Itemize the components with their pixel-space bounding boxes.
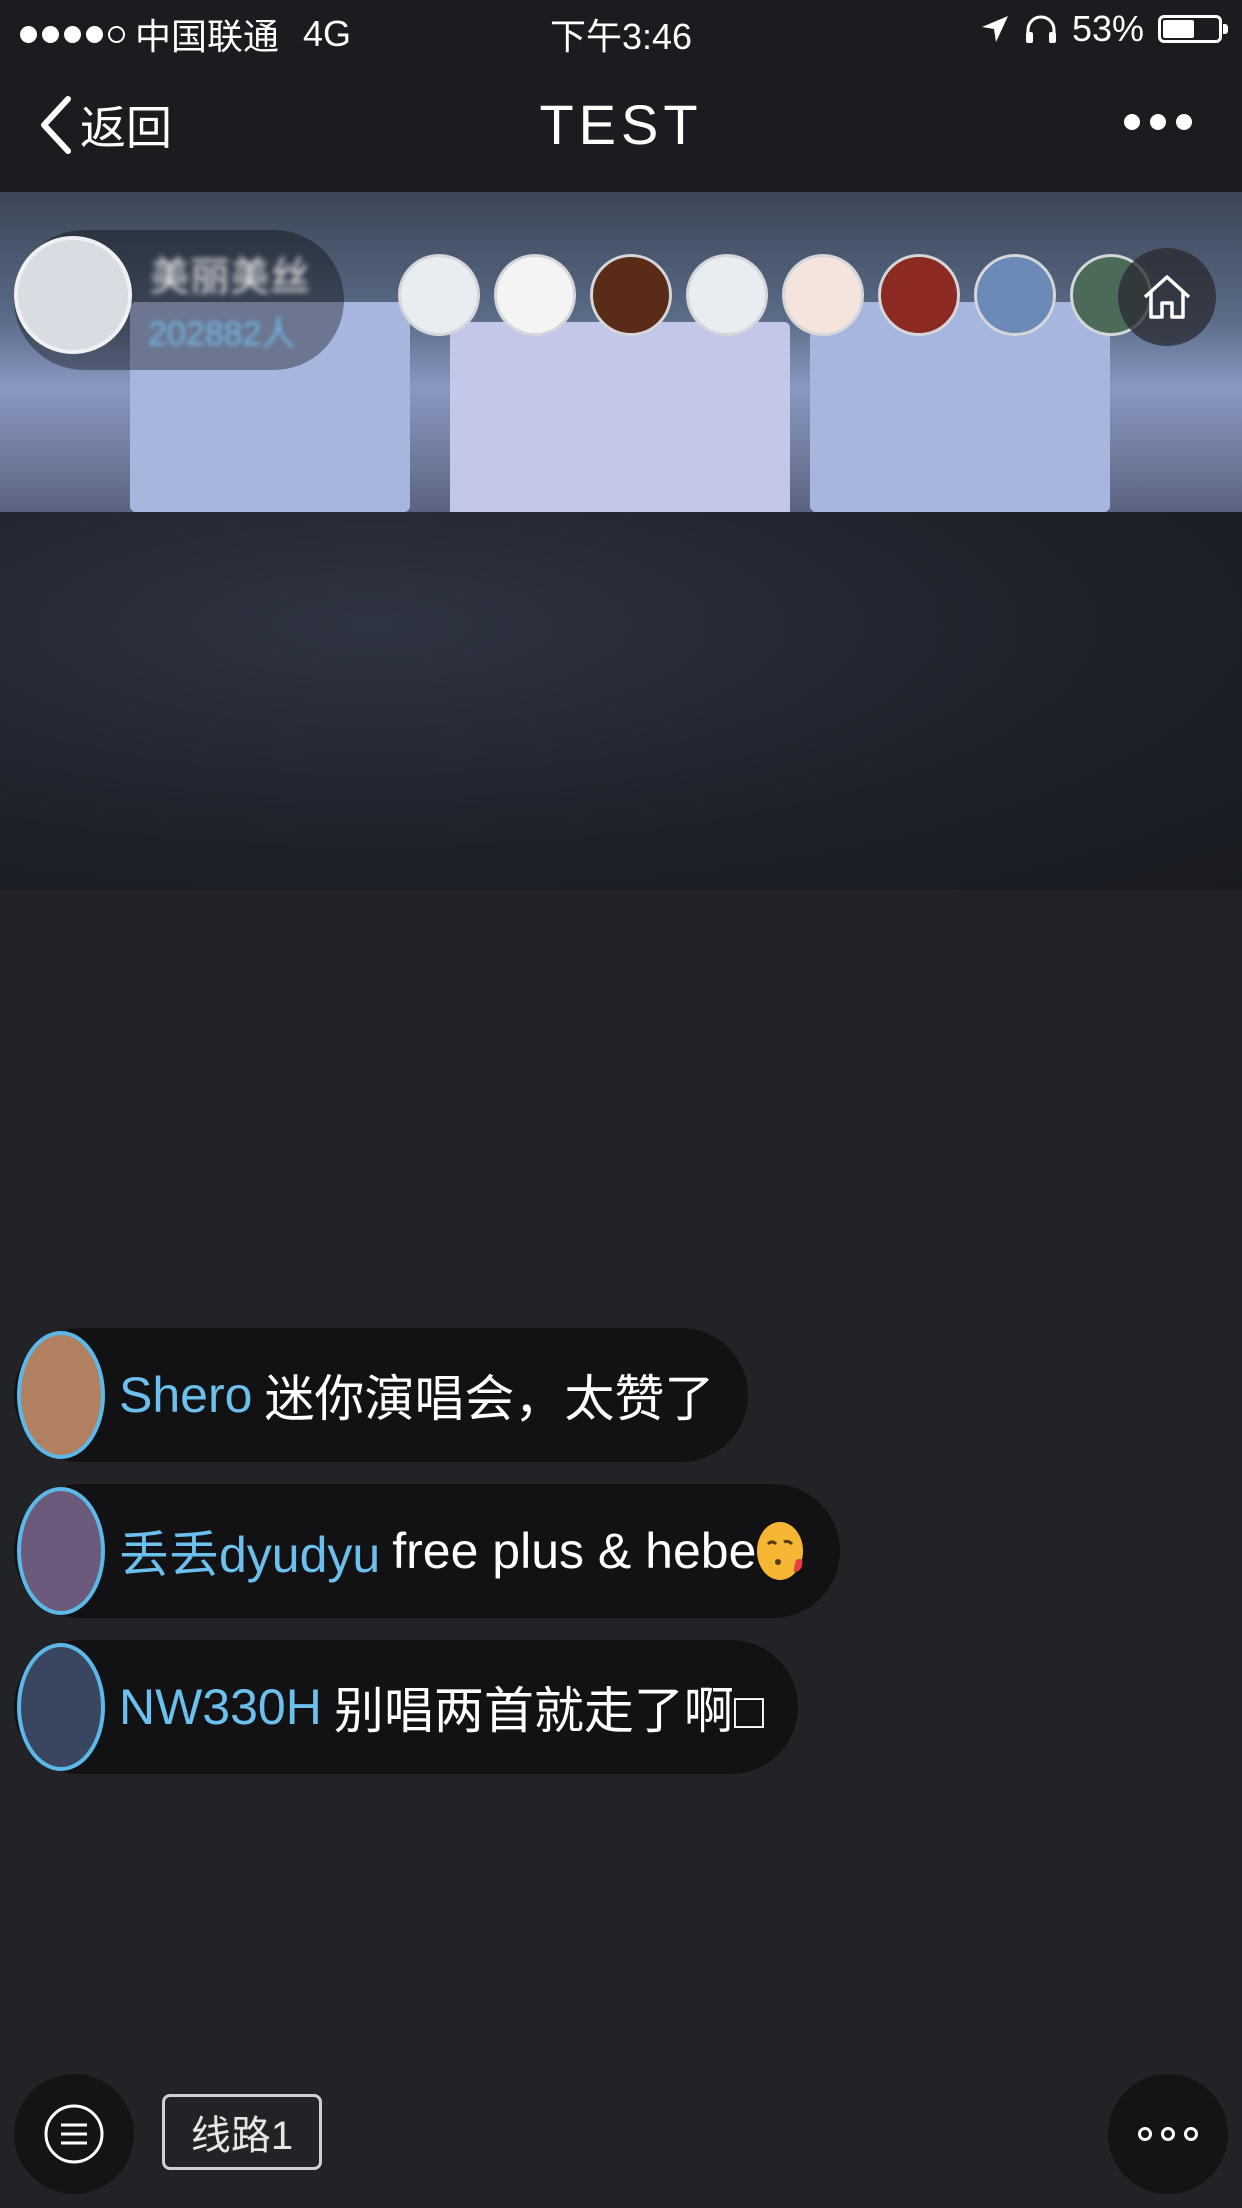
avatar[interactable] xyxy=(17,1331,105,1459)
viewer-avatar[interactable] xyxy=(494,254,576,336)
chat-avatar-img xyxy=(17,1643,105,1771)
route-button[interactable]: 线路1 xyxy=(162,2094,322,2170)
status-bar: 中国联通 4G 下午3:46 53% xyxy=(0,0,1242,62)
avatar[interactable] xyxy=(17,1643,105,1771)
chat-message: Shero 迷你演唱会，太赞了 xyxy=(14,1328,749,1462)
headphones-icon xyxy=(1025,15,1056,43)
host-avatar[interactable] xyxy=(14,236,132,354)
chat-avatar-img xyxy=(17,1331,105,1459)
status-right: 53% xyxy=(980,8,1228,50)
kiss-face-icon xyxy=(757,1522,804,1580)
viewer-avatar[interactable] xyxy=(782,254,864,336)
chat-message: NW330H 别唱两首就走了啊□ xyxy=(14,1640,799,1774)
chat-avatar-img xyxy=(17,1487,105,1615)
chat-list-icon xyxy=(44,2104,104,2164)
battery-percent: 53% xyxy=(1071,8,1144,49)
stage-screen-center xyxy=(450,322,790,522)
viewer-avatar[interactable] xyxy=(878,254,960,336)
avatar[interactable] xyxy=(17,1487,105,1615)
viewer-avatar[interactable] xyxy=(590,254,672,336)
viewer-avatar[interactable] xyxy=(974,254,1056,336)
nav-bar: 返回 TEST xyxy=(0,62,1242,192)
chat-username[interactable]: NW330H xyxy=(119,1678,322,1736)
chat-text: 迷你演唱会，太赞了 xyxy=(264,1371,715,1427)
chat-username[interactable]: Shero xyxy=(119,1366,252,1424)
page-title: TEST xyxy=(539,93,703,156)
chat-username[interactable]: 丢丢dyudyu xyxy=(119,1515,380,1587)
host-name: 美丽美丝 xyxy=(150,255,310,299)
more-circles-icon[interactable] xyxy=(1108,2074,1228,2194)
viewer-avatar[interactable] xyxy=(398,254,480,336)
battery-icon xyxy=(1158,15,1228,43)
home-icon xyxy=(1143,275,1191,319)
viewer-avatar[interactable] xyxy=(686,254,768,336)
viewer-avatars xyxy=(398,254,1152,336)
chat-text: 别唱两首就走了啊□ xyxy=(333,1683,765,1739)
viewer-count: 202882人 xyxy=(148,315,296,353)
home-button[interactable] xyxy=(1118,248,1216,346)
host-badge[interactable]: 美丽美丝 202882人 xyxy=(14,230,344,370)
chat-list-button[interactable] xyxy=(14,2074,134,2194)
chat-message: 丢丢dyudyu free plus & hebe xyxy=(14,1484,841,1618)
more-dots-icon[interactable] xyxy=(1124,114,1192,130)
audience-image xyxy=(0,512,1242,890)
location-arrow-icon xyxy=(981,16,1008,42)
chat-text: free plus & hebe xyxy=(392,1523,757,1579)
